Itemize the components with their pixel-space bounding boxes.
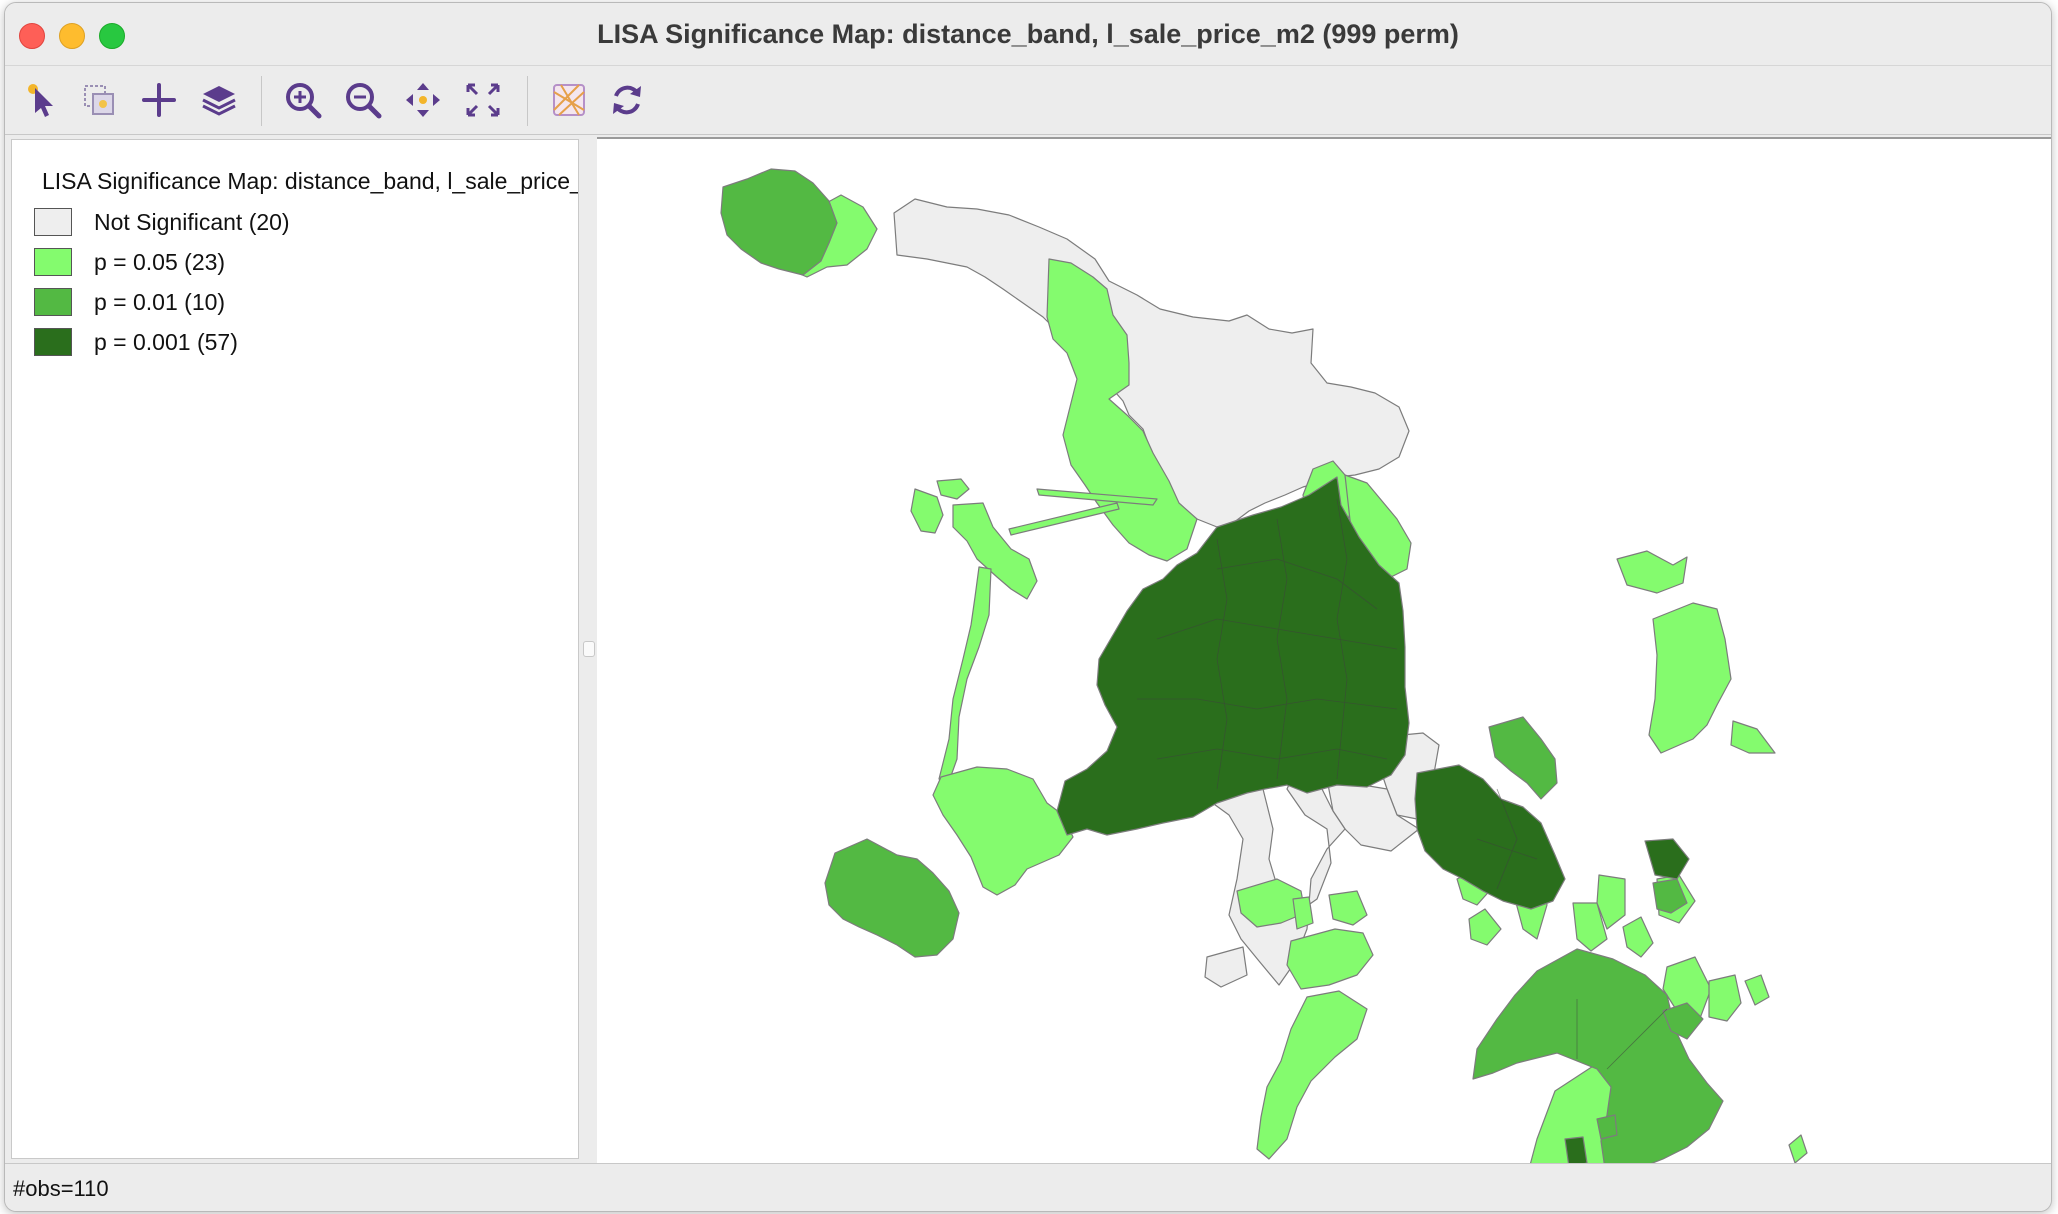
legend-item-not-significant[interactable]: Not Significant (20) <box>34 206 290 238</box>
legend-item-p-001[interactable]: p = 0.01 (10) <box>34 286 225 318</box>
status-bar: #obs=110 <box>5 1163 2051 1211</box>
zoom-in-tool-button[interactable] <box>279 76 327 124</box>
legend-panel: LISA Significance Map: distance_band, l_… <box>11 139 579 1159</box>
map-region-p-005 <box>1286 928 1374 990</box>
map-region-p-005 <box>1788 1134 1808 1163</box>
layers-icon <box>202 86 236 116</box>
select-tool-button[interactable] <box>19 76 67 124</box>
select-shape-icon <box>84 85 114 115</box>
legend-title: LISA Significance Map: distance_band, l_… <box>42 168 578 194</box>
map-region-p-005 <box>1468 908 1502 946</box>
legend-swatch <box>34 328 72 356</box>
map-region-p-005 <box>1008 502 1120 536</box>
map-region-not-significant <box>1204 946 1248 988</box>
map-region-p-005 <box>938 566 992 788</box>
refresh-icon <box>613 85 641 115</box>
zoom-in-icon <box>286 83 322 119</box>
title-bar: LISA Significance Map: distance_band, l_… <box>5 3 2051 66</box>
legend-item-p-005[interactable]: p = 0.05 (23) <box>34 246 225 278</box>
map-region-p-005 <box>1622 916 1654 958</box>
pan-arrows-icon <box>406 83 440 117</box>
map-region-p-0001 <box>1644 838 1690 880</box>
map-region-p-005 <box>932 766 1074 896</box>
legend-item-p-0001[interactable]: p = 0.001 (57) <box>34 326 238 358</box>
legend-swatch <box>34 248 72 276</box>
map-region-p-005 <box>1292 896 1314 930</box>
fit-to-window-tool-button[interactable] <box>459 76 507 124</box>
map-region-p-001 <box>1488 716 1558 800</box>
splitter-handle[interactable] <box>583 641 595 657</box>
toolbar-separator <box>261 76 262 126</box>
map-region-p-005 <box>910 488 944 534</box>
layers-tool-button[interactable] <box>195 76 243 124</box>
legend-label: Not Significant (20) <box>94 208 290 235</box>
pointer-arrow-icon <box>28 84 53 117</box>
map-region-p-005 <box>1744 974 1770 1006</box>
legend-label: p = 0.05 (23) <box>94 248 226 275</box>
zoom-out-icon <box>346 83 382 119</box>
window-title: LISA Significance Map: distance_band, l_… <box>597 19 1459 49</box>
refresh-tool-button[interactable] <box>603 76 651 124</box>
map-region-p-005 <box>1328 890 1368 926</box>
panel-splitter[interactable] <box>579 139 597 1157</box>
map-region-p-005 <box>1256 990 1368 1160</box>
zoom-out-tool-button[interactable] <box>339 76 387 124</box>
map-region-p-005 <box>1616 550 1688 594</box>
map-region-p-005 <box>936 478 970 500</box>
map-region-p-005 <box>1730 720 1776 754</box>
legend-label: p = 0.01 (10) <box>94 288 226 315</box>
map-window: LISA Significance Map: distance_band, l_… <box>4 2 2052 1212</box>
map-region-p-005 <box>1648 602 1732 754</box>
select-shape-tool-button[interactable] <box>75 76 123 124</box>
plus-icon <box>142 83 176 117</box>
map-region-p-001 <box>1596 1114 1618 1140</box>
fit-to-window-icon <box>466 83 500 117</box>
map-canvas[interactable] <box>597 137 2051 1163</box>
basemap-tool-button[interactable] <box>545 76 593 124</box>
map-region-p-005 <box>952 502 1038 600</box>
map-region-p-005 <box>1708 974 1742 1022</box>
map-region-p-0001 <box>1564 1136 1588 1163</box>
map-region-p-001 <box>824 838 960 958</box>
legend-swatch <box>34 288 72 316</box>
add-tool-button[interactable] <box>135 76 183 124</box>
basemap-icon <box>553 84 585 116</box>
map-region-p-001 <box>720 168 838 276</box>
legend-swatch <box>34 208 72 236</box>
toolbar <box>5 66 2051 135</box>
pan-tool-button[interactable] <box>399 76 447 124</box>
lisa-map <box>720 168 1808 1163</box>
legend-label: p = 0.001 (57) <box>94 328 238 355</box>
observation-count: #obs=110 <box>13 1176 109 1201</box>
toolbar-separator <box>527 76 528 126</box>
